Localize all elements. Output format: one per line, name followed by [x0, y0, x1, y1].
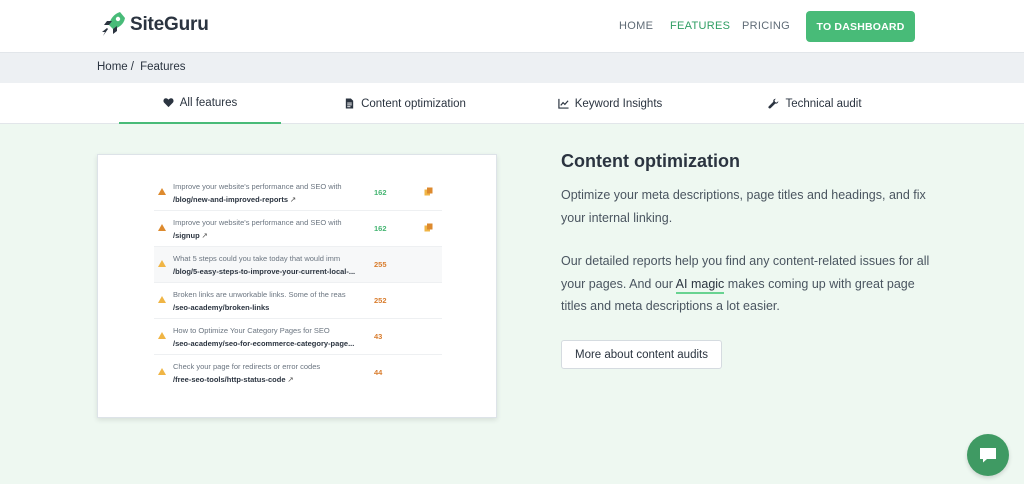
breadcrumb-home[interactable]: Home: [97, 61, 128, 73]
row-url[interactable]: /signup ↗: [173, 231, 365, 240]
external-link-icon: ↗: [201, 231, 208, 240]
row-value: 44: [374, 368, 383, 377]
report-row: Check your page for redirects or error c…: [154, 355, 442, 391]
warning-icon: [158, 224, 166, 231]
feature-section: Improve your website's performance and S…: [0, 124, 1024, 484]
row-text: What 5 steps could you take today that w…: [173, 254, 341, 263]
row-value: 162: [374, 188, 387, 197]
row-value: 255: [374, 260, 387, 269]
row-value: 252: [374, 296, 387, 305]
tab-label: Content optimization: [361, 97, 466, 110]
heart-icon: [163, 98, 174, 108]
tab-label: Keyword Insights: [574, 97, 663, 110]
row-value: 43: [374, 332, 383, 341]
report-preview-card: Improve your website's performance and S…: [97, 154, 497, 418]
site-logo[interactable]: SiteGuru: [100, 10, 209, 40]
report-row: How to Optimize Your Category Pages for …: [154, 319, 442, 355]
tab-content-optimization[interactable]: Content optimization: [330, 83, 480, 124]
row-text: Improve your website's performance and S…: [173, 182, 342, 191]
tab-all-features[interactable]: All features: [119, 83, 281, 124]
chat-bubble-icon: [980, 448, 996, 463]
external-link-icon: ↗: [287, 375, 294, 384]
row-value: 162: [374, 224, 387, 233]
section-title: Content optimization: [561, 151, 740, 171]
row-url[interactable]: /free-seo-tools/http-status-code ↗: [173, 375, 365, 384]
tab-technical-audit[interactable]: Technical audit: [750, 83, 880, 124]
line-chart-icon: [558, 98, 569, 109]
section-details: Our detailed reports help you find any c…: [561, 254, 930, 313]
external-link-icon: ↗: [290, 195, 297, 204]
feature-tabs: All features Content optimization Keywor…: [0, 83, 1024, 124]
rocket-icon: [102, 12, 125, 36]
nav-home[interactable]: HOME: [619, 20, 653, 32]
content-audits-button[interactable]: More about content audits: [561, 340, 722, 369]
nav-pricing[interactable]: PRICING: [742, 20, 790, 32]
row-url[interactable]: /blog/new-and-improved-reports ↗: [173, 195, 365, 204]
section-description: Optimize your meta descriptions, page ti…: [561, 188, 926, 225]
row-text: Improve your website's performance and S…: [173, 218, 342, 227]
document-icon: [345, 98, 354, 109]
ai-magic-link[interactable]: AI magic: [675, 276, 725, 294]
row-url[interactable]: /seo-academy/broken-links: [173, 303, 365, 312]
copy-icon[interactable]: [424, 187, 433, 196]
row-text: Broken links are unworkable links. Some …: [173, 290, 346, 299]
tab-keyword-insights[interactable]: Keyword Insights: [540, 83, 680, 124]
warning-icon: [158, 368, 166, 375]
nav-features[interactable]: FEATURES: [670, 20, 730, 32]
row-text: Check your page for redirects or error c…: [173, 362, 321, 371]
breadcrumb: Home / Features: [97, 61, 188, 73]
row-url[interactable]: /seo-academy/seo-for-ecommerce-category-…: [173, 339, 365, 348]
warning-icon: [158, 332, 166, 339]
warning-icon: [158, 260, 166, 267]
warning-icon: [158, 296, 166, 303]
warning-icon: [158, 188, 166, 195]
chat-button[interactable]: [967, 434, 1009, 476]
breadcrumb-current: Features: [140, 61, 186, 73]
wrench-icon: [768, 98, 779, 109]
tab-label: Technical audit: [785, 97, 862, 110]
report-row: Broken links are unworkable links. Some …: [154, 283, 442, 319]
tab-label: All features: [179, 96, 238, 109]
copy-icon[interactable]: [424, 223, 433, 232]
row-text: How to Optimize Your Category Pages for …: [173, 326, 330, 335]
row-url[interactable]: /blog/5-easy-steps-to-improve-your-curre…: [173, 267, 365, 276]
report-row: Improve your website's performance and S…: [154, 211, 442, 247]
breadcrumb-bar: Home / Features: [0, 52, 1024, 83]
breadcrumb-separator: /: [130, 61, 134, 73]
dashboard-button[interactable]: TO DASHBOARD: [806, 11, 915, 42]
brand-name: SiteGuru: [130, 14, 209, 35]
report-row: Improve your website's performance and S…: [154, 175, 442, 211]
report-row: What 5 steps could you take today that w…: [154, 247, 442, 283]
site-header: SiteGuru HOME FEATURES PRICING TO DASHBO…: [0, 0, 1024, 52]
